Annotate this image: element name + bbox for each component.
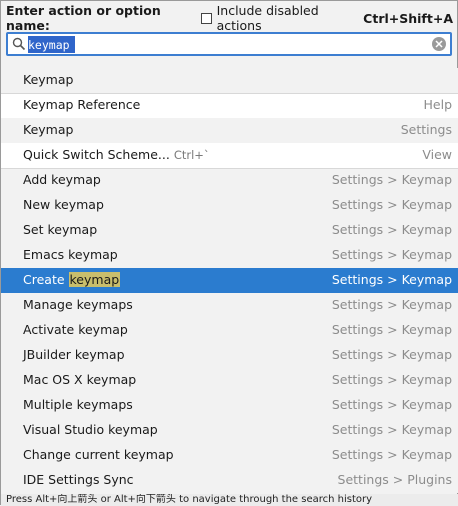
result-row[interactable]: Manage keymaps Settings > Keymap [1, 293, 458, 318]
clear-search-icon[interactable] [432, 37, 446, 51]
popup-title: Enter action or option name: [6, 3, 161, 33]
result-name-text: JBuilder keymap [23, 347, 125, 362]
result-name: Keymap [23, 72, 73, 87]
checkbox-box[interactable] [201, 12, 212, 24]
result-row[interactable]: JBuilder keymap Settings > Keymap [1, 343, 458, 368]
result-name-text: Manage keymaps [23, 297, 133, 312]
result-shortcut: Ctrl+` [173, 148, 210, 162]
result-location: Settings > Keymap [331, 247, 452, 262]
result-name: Quick Switch Scheme... Ctrl+` [23, 147, 210, 162]
result-row[interactable]: Keymap [1, 68, 458, 93]
match-highlight: keymap [68, 272, 121, 287]
result-name-text: Change current keymap [23, 447, 174, 462]
search-box[interactable] [6, 32, 452, 56]
result-location: Settings > Keymap [331, 172, 452, 187]
result-row[interactable]: Create keymap Settings > Keymap [1, 268, 458, 293]
result-name: Set keymap [23, 222, 97, 237]
result-name: Keymap Reference [23, 97, 140, 112]
result-location: Settings > Keymap [331, 297, 452, 312]
result-name-text: Multiple keymaps [23, 397, 133, 412]
result-name: Mac OS X keymap [23, 372, 136, 387]
result-location: View [422, 147, 452, 162]
result-row[interactable]: Keymap Settings [1, 118, 458, 143]
search-icon [12, 37, 26, 51]
result-location: Settings > Keymap [331, 322, 452, 337]
result-name-text: New keymap [23, 197, 104, 212]
result-location: Help [423, 97, 453, 112]
result-name-text: Create [23, 272, 69, 287]
result-row[interactable]: Emacs keymap Settings > Keymap [1, 243, 458, 268]
result-name: Create keymap [23, 272, 121, 287]
checkbox-label: Include disabled actions [216, 3, 319, 33]
result-name-text: IDE Settings Sync [23, 472, 134, 487]
result-name: New keymap [23, 197, 104, 212]
result-name-text: Quick Switch Scheme... [23, 147, 170, 162]
result-row[interactable]: Change current keymap Settings > Keymap [1, 443, 458, 468]
result-row[interactable]: Multiple keymaps Settings > Keymap [1, 393, 458, 418]
result-row[interactable]: Mac OS X keymap Settings > Keymap [1, 368, 458, 393]
result-name: Manage keymaps [23, 297, 133, 312]
section-divider [1, 168, 458, 169]
result-name: Add keymap [23, 172, 101, 187]
result-location: Settings [400, 122, 452, 137]
result-name-text: Add keymap [23, 172, 101, 187]
popup-header: Enter action or option name: Include dis… [6, 3, 453, 33]
result-name-text: Set keymap [23, 222, 98, 237]
result-name: Change current keymap [23, 447, 174, 462]
result-name: Multiple keymaps [23, 397, 133, 412]
result-name-text: Keymap [23, 72, 74, 87]
result-name-text: Keymap [23, 122, 74, 137]
result-name: Keymap [23, 122, 73, 137]
search-input[interactable] [28, 36, 75, 53]
result-name: JBuilder keymap [23, 347, 125, 362]
result-location: Settings > Keymap [331, 222, 452, 237]
result-location: Settings > Keymap [331, 397, 452, 412]
result-row[interactable]: IDE Settings Sync Settings > Plugins [1, 468, 458, 493]
result-row[interactable]: Quick Switch Scheme... Ctrl+` View [1, 143, 458, 168]
status-hint: Press Alt+向上箭头 or Alt+向下箭头 to navigate t… [1, 494, 458, 506]
result-location: Settings > Keymap [331, 272, 452, 287]
result-row[interactable]: Visual Studio keymap Settings > Keymap [1, 418, 458, 443]
result-name: Visual Studio keymap [23, 422, 158, 437]
section-divider [1, 93, 458, 94]
result-row[interactable]: Add keymap Settings > Keymap [1, 168, 458, 193]
result-name-text: Mac OS X keymap [23, 372, 137, 387]
result-name-text: Emacs keymap [23, 247, 118, 262]
result-location: Settings > Keymap [331, 197, 452, 212]
result-name-text: Keymap Reference [23, 97, 141, 112]
result-location: Settings > Plugins [337, 472, 452, 487]
result-row[interactable]: New keymap Settings > Keymap [1, 193, 458, 218]
result-name: Emacs keymap [23, 247, 118, 262]
result-name: IDE Settings Sync [23, 472, 134, 487]
result-location: Settings > Keymap [331, 447, 452, 462]
result-row[interactable]: Keymap Reference Help [1, 93, 458, 118]
result-location: Settings > Keymap [331, 347, 452, 362]
result-location: Settings > Keymap [331, 422, 452, 437]
results-list: Keymap Keymap Reference Help Keymap Settings… [1, 68, 458, 494]
result-row[interactable]: Activate keymap Settings > Keymap [1, 318, 458, 343]
action-search-popup: Enter action or option name: Include dis… [0, 0, 458, 506]
checkbox-shortcut: Ctrl+Shift+A [363, 10, 453, 26]
result-row[interactable]: Set keymap Settings > Keymap [1, 218, 458, 243]
include-disabled-checkbox[interactable]: Include disabled actions Ctrl+Shift+A [201, 3, 453, 33]
result-location: Settings > Keymap [331, 372, 452, 387]
result-name: Activate keymap [23, 322, 128, 337]
result-name-text: Activate keymap [23, 322, 128, 337]
result-name-text: Visual Studio keymap [23, 422, 158, 437]
